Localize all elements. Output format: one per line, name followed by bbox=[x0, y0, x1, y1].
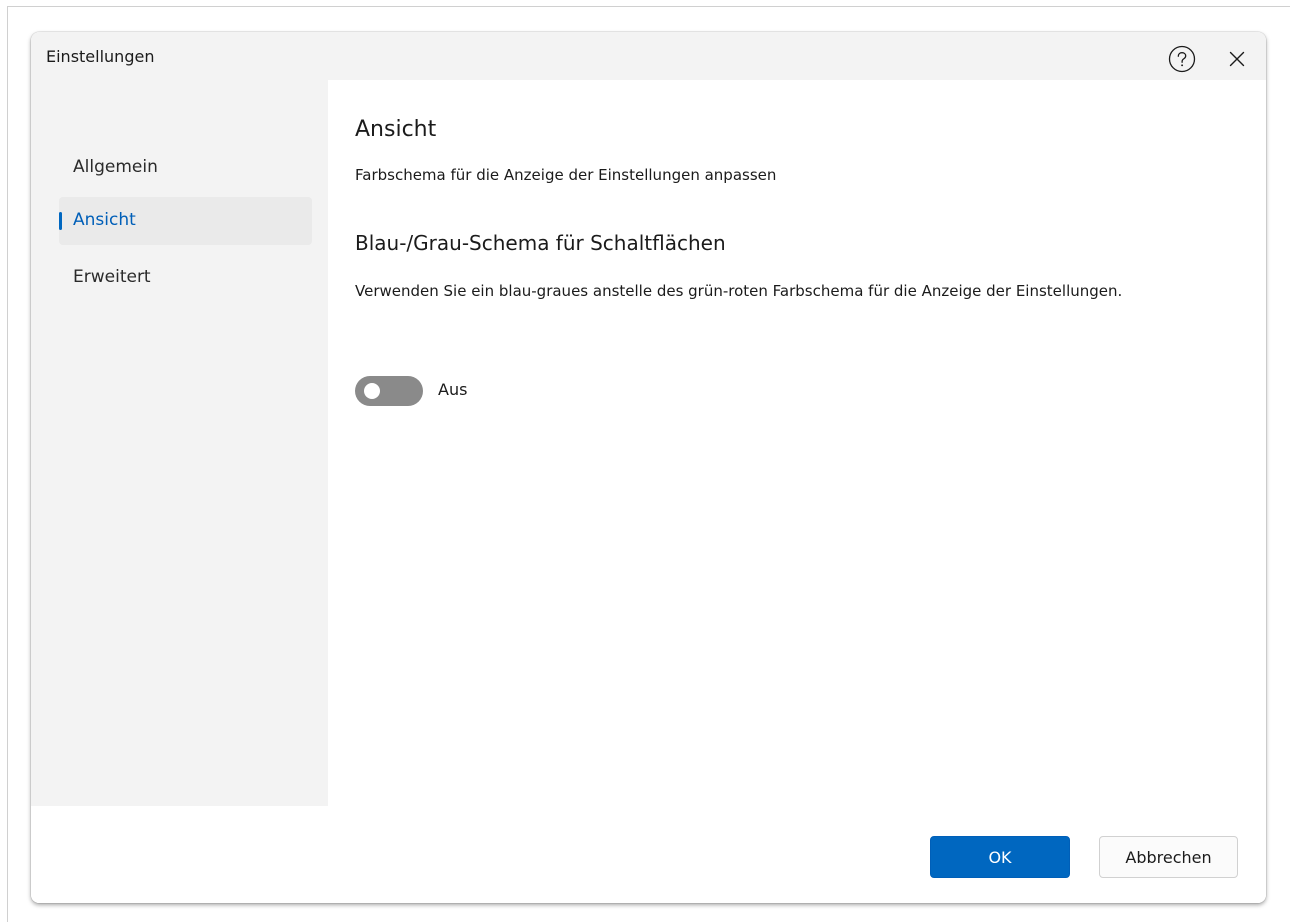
close-button[interactable] bbox=[1223, 45, 1251, 73]
ok-button[interactable]: OK bbox=[930, 836, 1070, 878]
cancel-button[interactable]: Abbrechen bbox=[1099, 836, 1238, 878]
sidebar-nav: Allgemein Ansicht Erweitert bbox=[31, 80, 328, 806]
help-button[interactable] bbox=[1167, 44, 1197, 74]
sidebar-item-label: Ansicht bbox=[73, 210, 136, 230]
help-circle-icon bbox=[1167, 44, 1197, 74]
dialog-footer: OK Abbrechen bbox=[31, 806, 1266, 903]
content-pane: Ansicht Farbschema für die Anzeige der E… bbox=[328, 80, 1266, 806]
page-title: Ansicht bbox=[355, 117, 437, 142]
window-title: Einstellungen bbox=[46, 47, 155, 66]
sidebar-item-ansicht[interactable]: Ansicht bbox=[59, 197, 312, 245]
color-scheme-toggle[interactable] bbox=[355, 376, 423, 406]
title-bar: Einstellungen bbox=[31, 32, 1266, 80]
selection-indicator bbox=[59, 212, 62, 230]
close-icon bbox=[1223, 45, 1251, 73]
settings-dialog: Einstellungen Allgemein Ansicht Erweiter… bbox=[31, 32, 1266, 903]
setting-description: Verwenden Sie ein blau-graues anstelle d… bbox=[355, 282, 1123, 300]
setting-title: Blau-/Grau-Schema für Schaltflächen bbox=[355, 231, 726, 255]
toggle-state-label: Aus bbox=[438, 380, 468, 399]
sidebar-item-erweitert[interactable]: Erweitert bbox=[59, 254, 312, 302]
toggle-knob bbox=[364, 383, 380, 399]
sidebar-item-label: Erweitert bbox=[73, 267, 151, 287]
page-description: Farbschema für die Anzeige der Einstellu… bbox=[355, 166, 777, 184]
sidebar-item-allgemein[interactable]: Allgemein bbox=[59, 144, 312, 192]
sidebar-item-label: Allgemein bbox=[73, 157, 158, 177]
